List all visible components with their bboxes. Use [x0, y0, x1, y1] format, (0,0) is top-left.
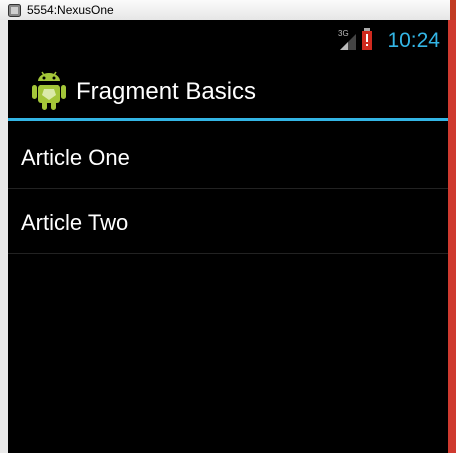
- app-title: Fragment Basics: [76, 78, 257, 105]
- window-frame-right: [448, 20, 456, 453]
- list-item-label: Article Two: [21, 210, 129, 235]
- list-item-label: Article One: [21, 145, 130, 170]
- list-item-article-one[interactable]: Article One: [8, 124, 448, 189]
- status-bar: 3G 10:24: [8, 20, 448, 60]
- action-bar: Fragment Basics: [8, 60, 448, 121]
- window-frame-left: [0, 20, 8, 453]
- device-screen: 3G 10:24 Fragment Basics Article One Art…: [8, 20, 448, 453]
- network-type-label: 3G: [338, 29, 349, 38]
- article-list: Article One Article Two: [8, 124, 448, 254]
- list-item-article-two[interactable]: Article Two: [8, 189, 448, 254]
- emulator-window-icon: [8, 3, 21, 17]
- window-titlebar[interactable]: 5554:NexusOne: [0, 0, 456, 21]
- signal-icon: 3G: [338, 29, 356, 50]
- status-icons: 3G: [338, 28, 372, 50]
- battery-alert-icon: [362, 28, 372, 50]
- window-border: [450, 0, 456, 20]
- window-title: 5554:NexusOne: [27, 3, 114, 17]
- android-app-icon[interactable]: [28, 69, 70, 111]
- emulator-window: 5554:NexusOne 3G 10:24 Fragment Basics A…: [0, 0, 456, 453]
- status-time: 10:24: [387, 29, 440, 52]
